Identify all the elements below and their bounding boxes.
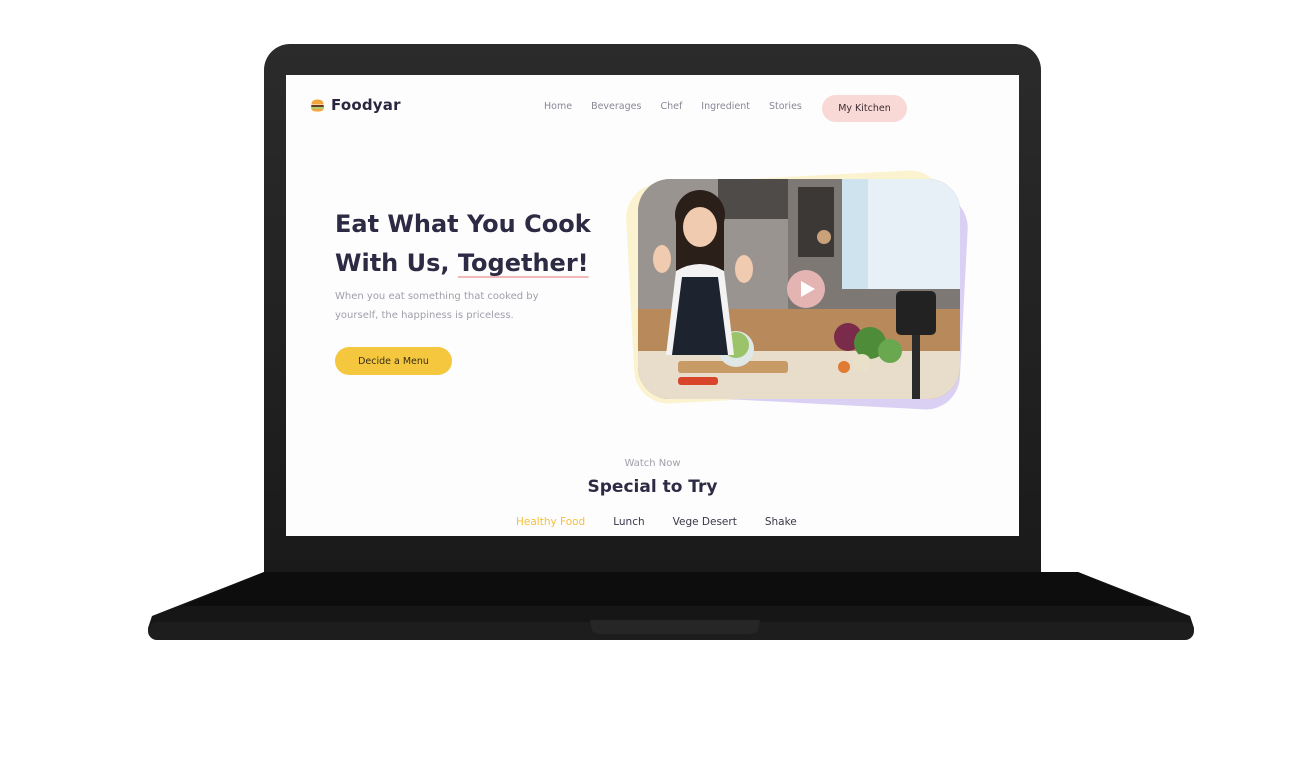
- hero-subtitle: When you eat something that cooked by yo…: [335, 291, 539, 321]
- burger-icon: [310, 98, 325, 113]
- tab-shake[interactable]: Shake: [765, 516, 797, 528]
- hero-title-line2: With Us, Together!: [335, 244, 635, 283]
- hero-title-prefix: With Us,: [335, 249, 458, 277]
- category-tabs: Healthy Food Lunch Vege Desert Shake: [516, 516, 797, 528]
- laptop-base: [148, 570, 1194, 648]
- play-video-button[interactable]: [787, 270, 825, 308]
- tab-lunch[interactable]: Lunch: [613, 516, 644, 528]
- video-card-wrapper: [624, 168, 970, 412]
- nav-link-chef[interactable]: Chef: [660, 101, 682, 112]
- main-nav: Home Beverages Chef Ingredient Stories: [544, 101, 802, 112]
- section-kicker: Watch Now: [624, 458, 681, 469]
- cooking-video-thumbnail[interactable]: [638, 179, 960, 399]
- nav-link-stories[interactable]: Stories: [769, 101, 802, 112]
- browser-screen: Foodyar Home Beverages Chef Ingredient S…: [286, 75, 1019, 536]
- hero-title-line1: Eat What You Cook: [335, 210, 591, 238]
- brand-logo[interactable]: Foodyar: [310, 96, 401, 114]
- nav-link-beverages[interactable]: Beverages: [591, 101, 641, 112]
- brand-name: Foodyar: [331, 96, 401, 114]
- my-kitchen-button[interactable]: My Kitchen: [822, 95, 907, 122]
- nav-link-home[interactable]: Home: [544, 101, 572, 112]
- tab-vege-desert[interactable]: Vege Desert: [673, 516, 737, 528]
- tab-healthy-food[interactable]: Healthy Food: [516, 516, 585, 528]
- hero-title-highlight: Together!: [457, 249, 589, 277]
- section-title: Special to Try: [587, 477, 718, 497]
- decide-menu-button[interactable]: Decide a Menu: [335, 347, 452, 375]
- hero-title: Eat What You Cook With Us, Together!: [335, 205, 635, 283]
- nav-link-ingredient[interactable]: Ingredient: [701, 101, 750, 112]
- play-icon: [800, 281, 815, 297]
